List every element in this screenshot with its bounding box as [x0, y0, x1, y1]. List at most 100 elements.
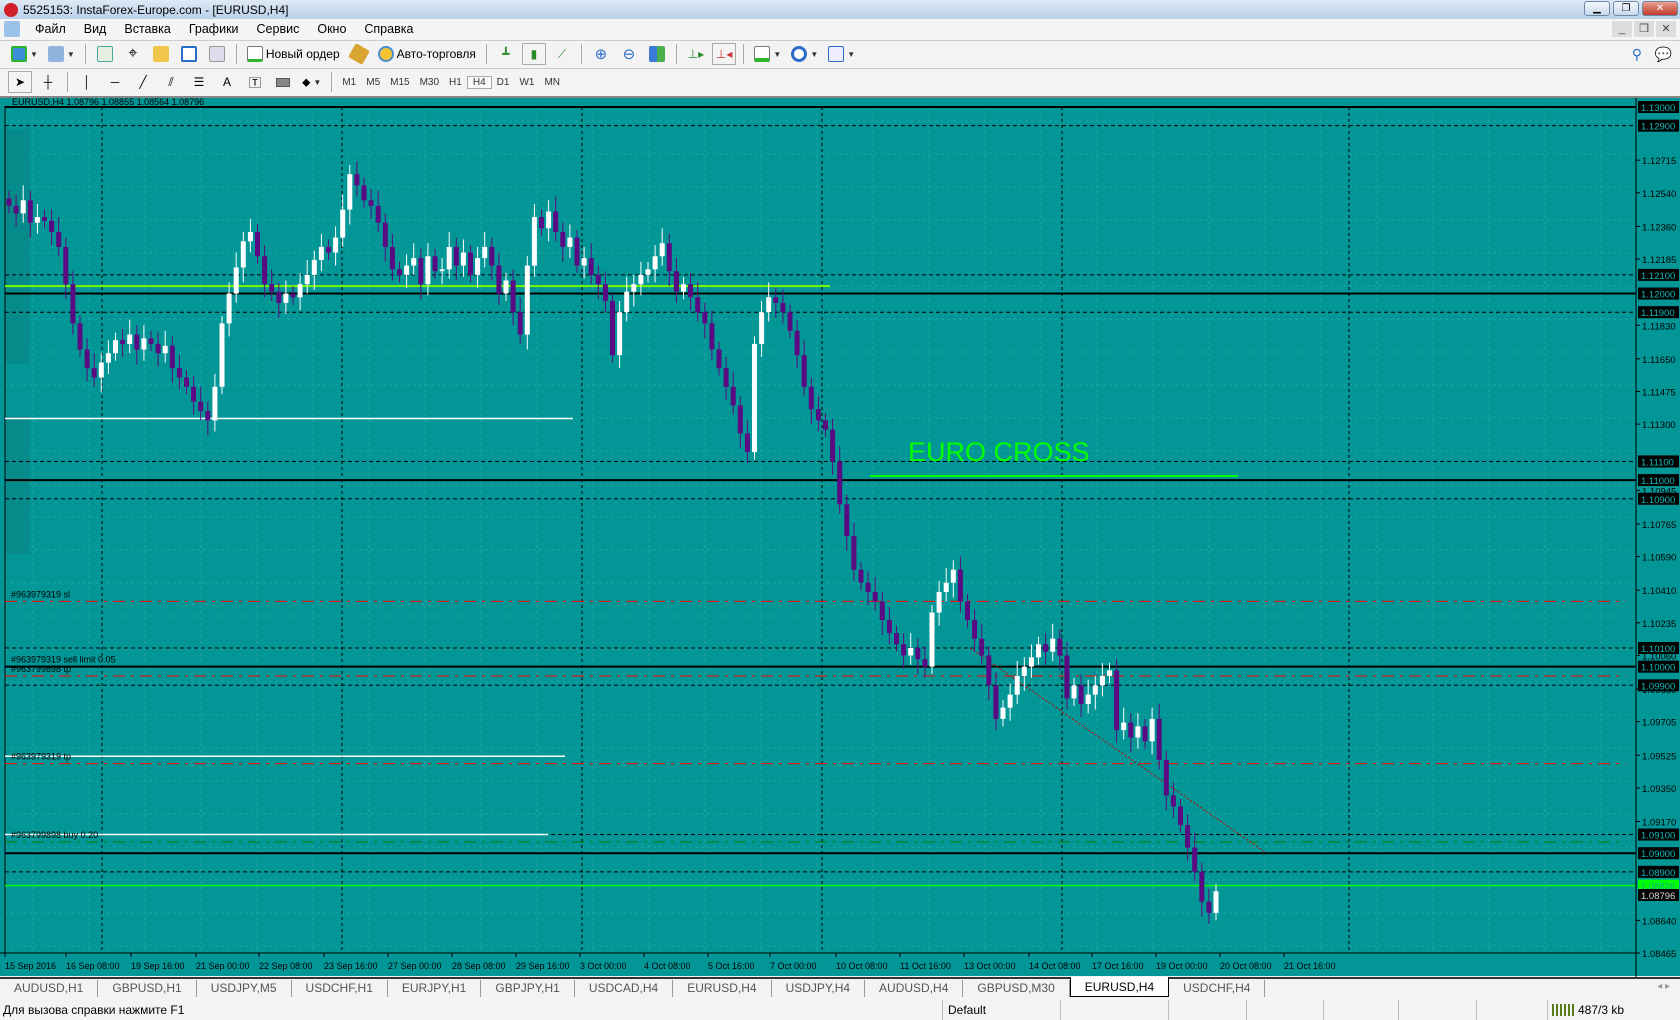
- vertical-line-button[interactable]: │: [75, 71, 99, 93]
- bearish-candle: [276, 291, 282, 303]
- vertical-line-icon: │: [83, 75, 91, 89]
- bullish-candle: [950, 569, 956, 583]
- minimize-button[interactable]: ▁: [1584, 1, 1610, 16]
- menu-charts[interactable]: Графики: [180, 22, 248, 36]
- bearish-candle: [957, 569, 963, 602]
- tile-windows-button[interactable]: [645, 43, 669, 65]
- equidistant-channel-button[interactable]: ⫽: [159, 71, 183, 93]
- bearish-candle: [673, 271, 679, 292]
- close-button[interactable]: ✕: [1642, 1, 1678, 16]
- templates-button[interactable]: ▼: [825, 43, 858, 65]
- auto-trading-button[interactable]: Авто-торговля: [375, 43, 479, 65]
- chart-tab[interactable]: AUDUSD,H1: [0, 980, 99, 997]
- terminal-button[interactable]: [177, 43, 201, 65]
- chart-tab[interactable]: USDJPY,H4: [772, 980, 866, 997]
- text-icon: A: [222, 75, 231, 89]
- timeframe-mn[interactable]: MN: [539, 77, 565, 88]
- indicators-button[interactable]: ▼: [751, 43, 784, 65]
- autoscroll-button[interactable]: ⊥◂: [711, 43, 737, 65]
- bearish-candle: [91, 368, 97, 378]
- cursor-button[interactable]: ➤: [8, 71, 32, 93]
- bearish-candle: [510, 280, 516, 313]
- data-window-button[interactable]: ⌖: [121, 43, 145, 65]
- price-chart[interactable]: #963979319 sl #963979319 sell limit 0.05 #…: [0, 96, 1680, 978]
- periods-button[interactable]: ▼: [788, 43, 821, 65]
- bearish-candle: [1142, 726, 1148, 742]
- tab-scroll-arrows[interactable]: ◂ ▸: [1657, 981, 1670, 992]
- chart-tab[interactable]: GBPUSD,H1: [98, 980, 197, 997]
- menu-file[interactable]: Файл: [26, 22, 75, 36]
- bearish-candle: [155, 343, 161, 354]
- arrows-button[interactable]: ⬥ ▼: [299, 71, 324, 93]
- fibonacci-button[interactable]: ☰: [187, 71, 211, 93]
- price-level-label: 1.12100: [1641, 271, 1675, 282]
- bearish-candle: [375, 205, 381, 223]
- timeframe-h1[interactable]: H1: [444, 77, 467, 88]
- bearish-candle: [688, 284, 694, 298]
- bearish-candle: [610, 301, 615, 356]
- meta-editor-button[interactable]: [347, 43, 371, 65]
- bearish-candle: [588, 258, 594, 275]
- restore-button[interactable]: ❐: [1613, 1, 1639, 16]
- zoom-out-button[interactable]: ⊖: [617, 43, 641, 65]
- bearish-candle: [773, 297, 779, 303]
- candlestick-button[interactable]: ▮: [521, 43, 546, 65]
- bullish-candle: [446, 246, 452, 270]
- chart-tab[interactable]: GBPUSD,M30: [963, 980, 1070, 997]
- market-watch-button[interactable]: [93, 43, 117, 65]
- bearish-candle: [723, 368, 729, 387]
- chart-tab[interactable]: EURUSD,H4: [673, 980, 772, 997]
- menu-view[interactable]: Вид: [75, 22, 116, 36]
- line-chart-button[interactable]: ⟋: [550, 43, 574, 65]
- menu-insert[interactable]: Вставка: [115, 22, 179, 36]
- strategy-tester-button[interactable]: [205, 43, 229, 65]
- navigator-button[interactable]: [149, 43, 173, 65]
- menu-tools[interactable]: Сервис: [248, 22, 309, 36]
- timeframe-w1[interactable]: W1: [514, 77, 539, 88]
- text-label-button[interactable]: 🅃: [243, 71, 267, 93]
- profiles-button[interactable]: ▼: [45, 43, 78, 65]
- mdi-restore-button[interactable]: ❐: [1634, 21, 1654, 37]
- rectangle-button[interactable]: [271, 71, 295, 93]
- chart-tab[interactable]: USDCHF,H4: [1169, 980, 1266, 997]
- search-icon[interactable]: ⚲: [1632, 46, 1642, 63]
- timeframe-m30[interactable]: M30: [415, 77, 444, 88]
- time-tick-label: 20 Oct 08:00: [1220, 961, 1272, 971]
- bearish-candle: [979, 638, 985, 656]
- text-button[interactable]: A: [215, 71, 239, 93]
- chart-tab[interactable]: GBPJPY,H1: [481, 980, 575, 997]
- menu-window[interactable]: Окно: [308, 22, 355, 36]
- new-chart-button[interactable]: ▼: [8, 43, 41, 65]
- timeframe-m5[interactable]: M5: [361, 77, 385, 88]
- timeframe-h4[interactable]: H4: [466, 75, 492, 89]
- mdi-close-button[interactable]: ✕: [1656, 21, 1676, 37]
- bearish-candle: [1156, 718, 1162, 760]
- chart-canvas[interactable]: #963979319 sl#963979319 sell limit 0.05#…: [0, 98, 1680, 978]
- chart-tab[interactable]: USDJPY,M5: [197, 980, 292, 997]
- clock-icon: [791, 46, 808, 62]
- time-tick-label: 13 Oct 00:00: [964, 961, 1016, 971]
- trendline-button[interactable]: ╱: [131, 71, 155, 93]
- horizontal-line-button[interactable]: ─: [103, 71, 127, 93]
- bullish-candle: [659, 243, 665, 257]
- timeframe-d1[interactable]: D1: [492, 77, 515, 88]
- crosshair-button[interactable]: ┼: [36, 71, 60, 93]
- bearish-candle: [865, 582, 871, 593]
- fibonacci-icon: ☰: [193, 75, 205, 89]
- chat-icon[interactable]: 💬: [1655, 46, 1672, 63]
- timeframe-m1[interactable]: M1: [337, 77, 361, 88]
- bar-chart-button[interactable]: ┻: [494, 43, 518, 65]
- new-order-button[interactable]: Новый ордер: [244, 43, 343, 65]
- mdi-minimize-button[interactable]: _: [1612, 21, 1632, 37]
- chart-tab[interactable]: EURUSD,H4: [1069, 977, 1170, 997]
- time-tick-label: 21 Sep 00:00: [196, 961, 250, 971]
- chart-tab[interactable]: USDCHF,H1: [292, 980, 388, 997]
- chart-shift-button[interactable]: ⊥▸: [684, 43, 708, 65]
- chart-tab[interactable]: AUDUSD,H4: [865, 980, 964, 997]
- chart-tab[interactable]: USDCAD,H4: [575, 980, 674, 997]
- zoom-in-button[interactable]: ⊕: [589, 43, 613, 65]
- chart-tab[interactable]: EURJPY,H1: [388, 980, 482, 997]
- menu-help[interactable]: Справка: [355, 22, 422, 36]
- timeframe-m15[interactable]: M15: [385, 77, 414, 88]
- bullish-candle: [908, 647, 914, 656]
